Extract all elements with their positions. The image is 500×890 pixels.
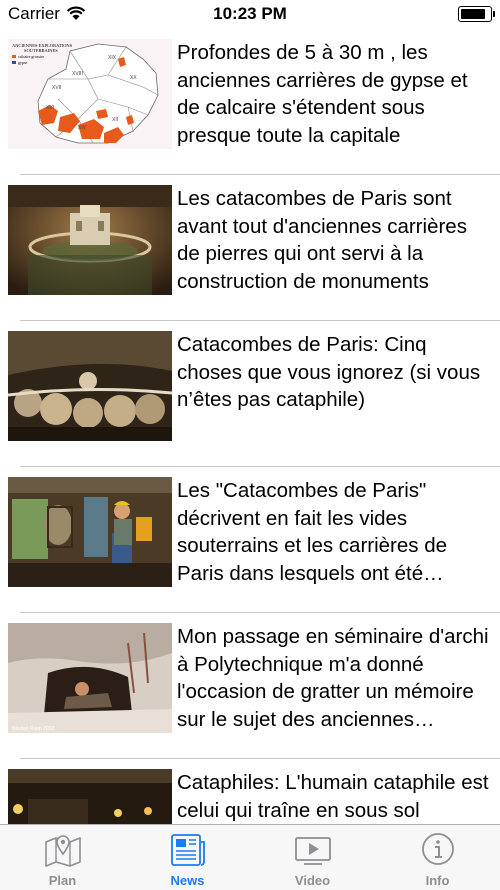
news-item[interactable]: Catacombes de Paris: Cinq choses que vou… [0,321,500,467]
svg-text:XIX: XIX [108,55,117,61]
tab-video[interactable]: Video [250,825,375,890]
tab-news[interactable]: News [125,825,250,890]
svg-text:calcaire grossier: calcaire grossier [18,54,45,59]
svg-text:XVIII: XVIII [72,71,83,77]
svg-text:XVII: XVII [52,85,61,91]
status-bar: Carrier 10:23 PM [0,0,500,28]
tab-label: News [170,873,205,888]
news-item[interactable]: ANCIENNES EXPLORATIONS SOUTERRAINES calc… [0,29,500,175]
article-thumbnail: Nicolas Rapp 2012 [8,623,172,733]
tab-label: Info [425,873,450,888]
svg-text:Nicolas Rapp 2012: Nicolas Rapp 2012 [12,726,54,732]
article-thumbnail [8,185,172,295]
tab-info[interactable]: Info [375,825,500,890]
map-icon [45,835,81,867]
svg-text:XX: XX [130,75,137,81]
article-title: Cataphiles: L'humain cataphile est celui… [177,771,489,822]
article-thumbnail [8,477,172,587]
battery-icon [458,6,495,22]
article-title: Mon passage en séminaire d'archi à Polyt… [177,625,489,731]
news-list[interactable]: ANCIENNES EXPLORATIONS SOUTERRAINES calc… [0,29,500,824]
tab-label: Video [294,873,331,888]
tab-bar: Plan News Video Info [0,824,500,890]
news-item[interactable]: Les catacombes de Paris sont avant tout … [0,175,500,321]
article-thumbnail [8,331,172,441]
article-title: Catacombes de Paris: Cinq choses que vou… [177,333,481,411]
article-title: Les catacombes de Paris sont avant tout … [177,187,467,293]
info-icon [422,833,454,865]
news-item[interactable]: Nicolas Rapp 2012 Mon passage en séminai… [0,613,500,759]
news-item[interactable]: Cataphiles: L'humain cataphile est celui… [0,759,500,824]
video-icon [295,837,331,865]
svg-text:gypse: gypse [18,60,28,65]
svg-text:XVI: XVI [46,105,54,111]
battery-level [461,9,485,19]
article-title: Les "Catacombes de Paris" décrivent en f… [177,479,448,585]
article-thumbnail: ANCIENNES EXPLORATIONS SOUTERRAINES calc… [8,39,172,149]
article-title: Profondes de 5 à 30 m , les anciennes ca… [177,41,468,147]
tab-label: Plan [48,873,77,888]
svg-text:SOUTERRAINES: SOUTERRAINES [24,48,58,53]
svg-text:XII: XII [112,117,118,123]
news-icon [171,834,205,866]
clock: 10:23 PM [213,4,287,23]
article-thumbnail [8,769,172,824]
svg-text:XIV: XIV [78,125,87,131]
news-item[interactable]: Les "Catacombes de Paris" décrivent en f… [0,467,500,613]
tab-plan[interactable]: Plan [0,825,125,890]
